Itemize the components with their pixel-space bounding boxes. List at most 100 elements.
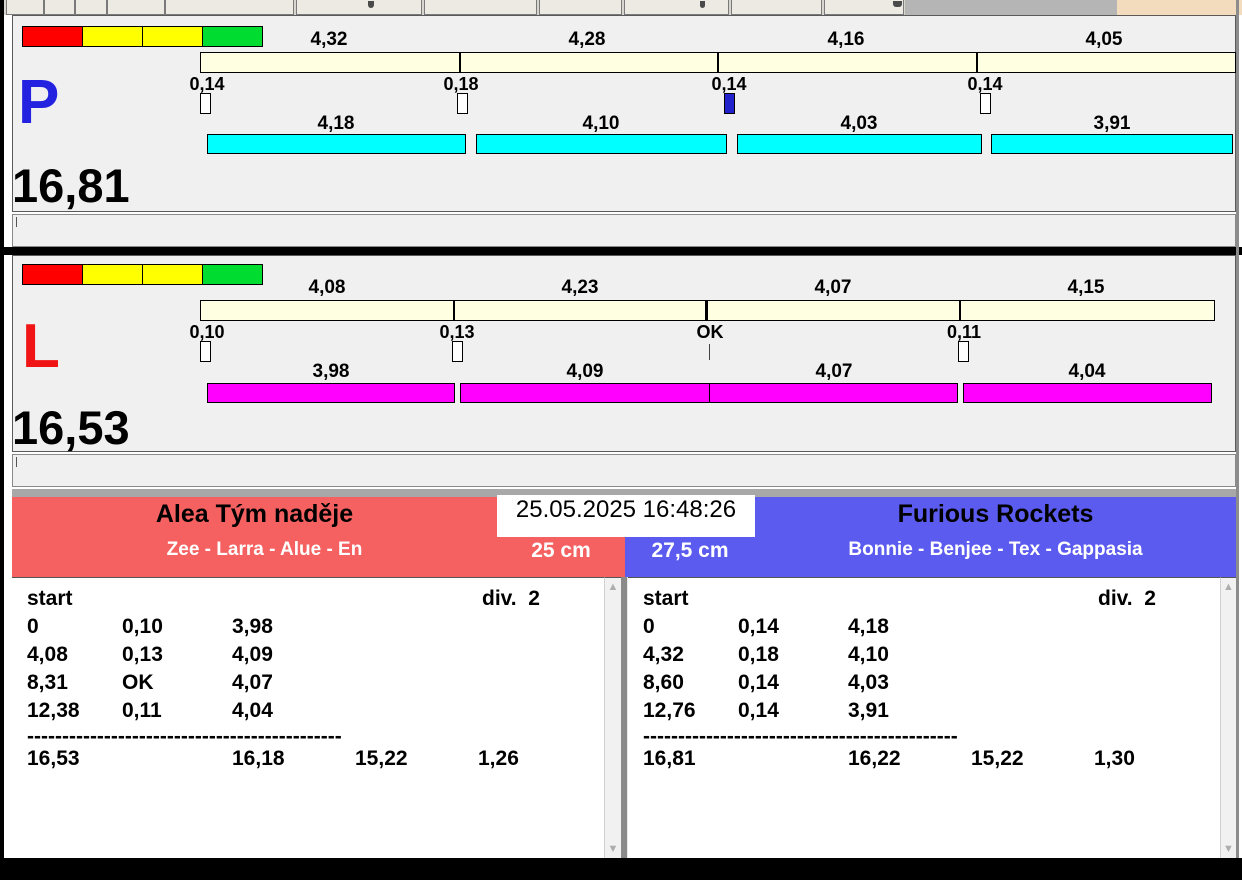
change-time-label: 0,11 (946, 322, 982, 342)
change-marker-box (958, 341, 969, 362)
dog-time-bar (207, 134, 466, 154)
lane-letter: L (22, 312, 60, 381)
cursor-tick (16, 217, 17, 227)
change-time-label: 0,13 (439, 322, 475, 342)
toolbar-control-fragment[interactable] (296, 0, 422, 15)
lane-total-time: 16,81 (12, 159, 130, 212)
split-divider (717, 53, 719, 72)
table-cell: 0,14 (738, 615, 779, 638)
change-time-label: 0,10 (189, 322, 225, 342)
change-marker-box (200, 93, 211, 114)
section-divider (0, 247, 1242, 255)
summary-value: 15,22 (355, 747, 408, 770)
team-name: Alea Tým naděje (155, 500, 354, 528)
table-cell: 8,60 (643, 671, 684, 694)
table-cell: 0,11 (122, 699, 162, 722)
clipped-text-fragment (700, 1, 705, 8)
split-time-label: 4,15 (1067, 277, 1105, 298)
traffic-light-green (203, 265, 262, 284)
table-cell: 4,10 (848, 643, 889, 666)
team-left-results-table[interactable]: start div. 2 0 0,10 3,98 4,08 0,13 4,09 … (12, 577, 604, 858)
change-time-label: 0,14 (967, 74, 1003, 94)
toolbar-control-fragment[interactable] (44, 0, 75, 15)
summary-value: 16,18 (232, 747, 285, 770)
team-right-results-table[interactable]: start div. 2 0 0,14 4,18 4,32 0,18 4,10 … (628, 577, 1220, 858)
traffic-light-yellow (83, 265, 143, 284)
summary-value: 15,22 (971, 747, 1024, 770)
table-cell: 4,07 (232, 671, 273, 694)
table-header-division: div. 2 (482, 587, 540, 610)
dog-time-bar (963, 383, 1212, 403)
dog-time-label: 4,10 (582, 113, 620, 134)
table-cell: 4,32 (643, 643, 684, 666)
change-marker-box-filled (724, 93, 735, 114)
table-cell: 4,03 (848, 671, 889, 694)
summary-value: 16,53 (27, 747, 80, 770)
toolbar-control-fragment[interactable] (107, 0, 165, 15)
split-time-label: 4,07 (814, 277, 852, 298)
toolbar-spacer (905, 0, 1117, 15)
table-cell: 0 (27, 615, 39, 638)
split-divider (453, 301, 455, 320)
dog-time-label: 3,91 (1093, 113, 1131, 134)
scrollbar[interactable]: ▲ ▼ (604, 577, 621, 858)
toolbar-control-fragment[interactable] (6, 0, 44, 15)
table-cell: 4,08 (27, 643, 68, 666)
dog-time-label: 4,03 (840, 113, 878, 134)
scroll-up-icon[interactable]: ▲ (605, 580, 621, 594)
dog-time-bar (207, 383, 455, 403)
toolbar-remnant (0, 0, 1242, 15)
ok-tick-line (709, 344, 710, 360)
summary-value: 16,81 (643, 747, 696, 770)
table-separator: ----------------------------------------… (27, 725, 342, 748)
team-name: Furious Rockets (897, 500, 1094, 528)
timing-app-window: P 16,81 4,32 4,28 4,16 4,05 0,14 0,18 0,… (0, 0, 1242, 880)
toolbar-control-fragment[interactable] (75, 0, 107, 15)
toolbar-control-fragment[interactable] (731, 0, 822, 15)
table-cell: 12,76 (643, 699, 696, 722)
toolbar-control-fragment[interactable] (165, 0, 294, 15)
split-time-label: 4,05 (1085, 29, 1123, 50)
scroll-down-icon[interactable]: ▼ (605, 842, 621, 856)
split-time-label: 4,28 (568, 29, 606, 50)
table-cell: 0,10 (122, 615, 163, 638)
toolbar-control-fragment[interactable] (539, 0, 622, 15)
toolbar-control-fragment[interactable] (424, 0, 537, 15)
split-time-label: 4,16 (827, 29, 865, 50)
change-time-label: 0,18 (443, 74, 479, 94)
jump-height: 25 cm (531, 539, 591, 562)
change-marker-box (980, 93, 991, 114)
scrollbar[interactable]: ▲ ▼ (1220, 577, 1236, 858)
split-divider (705, 301, 708, 320)
bottom-bar (0, 858, 1242, 880)
change-time-label: OK (696, 322, 724, 342)
panel-divider (621, 577, 628, 858)
scroll-up-icon[interactable]: ▲ (1221, 580, 1236, 594)
scroll-down-icon[interactable]: ▼ (1221, 842, 1236, 856)
toolbar-control-fragment[interactable] (824, 0, 904, 15)
traffic-light-red (23, 27, 83, 46)
dog-time-bar (476, 134, 727, 154)
traffic-light-yellow (143, 27, 203, 46)
jump-height: 27,5 cm (651, 539, 729, 562)
table-cell: 12,38 (27, 699, 80, 722)
split-divider (459, 53, 461, 72)
change-marker-box (452, 341, 463, 362)
split-bar (200, 52, 1236, 73)
window-edge (1236, 0, 1239, 858)
dog-time-bar (991, 134, 1233, 154)
split-time-label: 4,32 (310, 29, 348, 50)
message-strip (12, 454, 1236, 487)
toolbar-control-fragment[interactable] (624, 0, 729, 15)
table-cell: 8,31 (27, 671, 68, 694)
traffic-light-yellow (83, 27, 143, 46)
dog-time-label: 4,09 (566, 361, 604, 382)
traffic-light-red (23, 265, 83, 284)
cursor-tick (16, 457, 17, 467)
table-cell: 0,18 (738, 643, 779, 666)
change-time-label: 0,14 (711, 74, 747, 94)
split-time-label: 4,23 (561, 277, 599, 298)
team-members: Bonnie - Benjee - Tex - Gappasia (848, 539, 1143, 560)
change-marker-box (457, 93, 468, 114)
table-cell: 3,98 (232, 615, 273, 638)
